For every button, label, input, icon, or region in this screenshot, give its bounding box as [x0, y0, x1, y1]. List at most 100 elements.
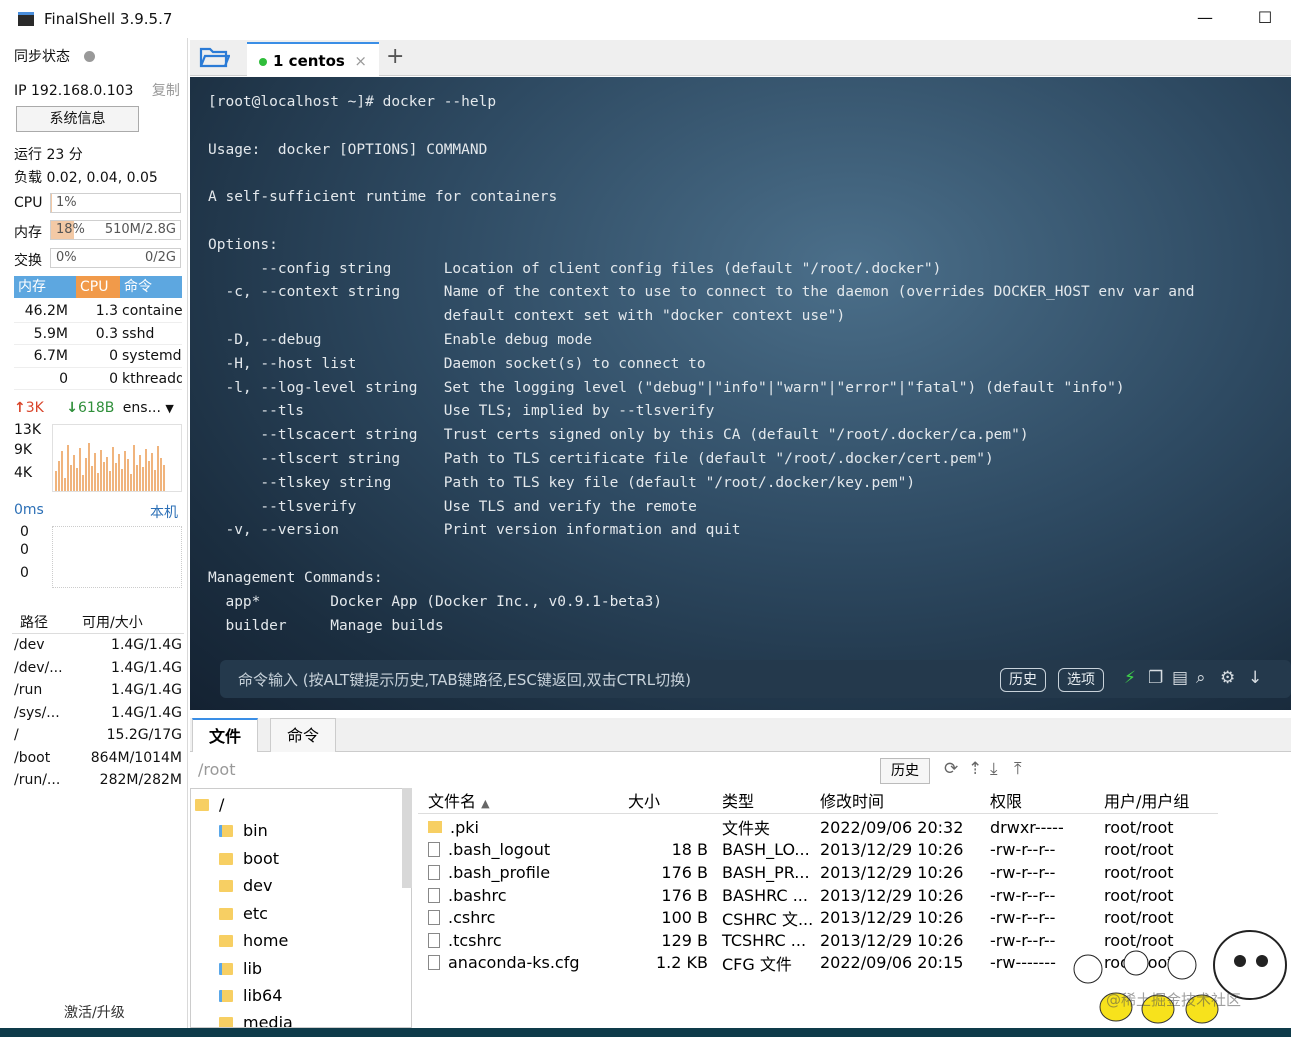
folder-icon [219, 1016, 233, 1027]
file-type: BASH_PR... [722, 862, 810, 882]
proc-cmd: kthreadd [122, 370, 182, 387]
command-input-placeholder[interactable]: 命令输入 (按ALT键提示历史,TAB键路径,ESC键返回,双击CTRL切换) [238, 669, 691, 690]
process-row[interactable]: 46.2M 1.3 containe [14, 300, 182, 323]
file-icon [428, 864, 440, 880]
folder-icon [428, 820, 442, 833]
folder-icon [219, 824, 233, 837]
col-filename-label: 文件名 [428, 792, 477, 811]
file-size: 176 B [661, 862, 708, 882]
tab-label: centos [288, 52, 345, 70]
copy-ip-link[interactable]: 复制 [152, 83, 180, 99]
graph-bar [139, 455, 141, 491]
disk-row: / 15.2G/17G [12, 724, 184, 747]
proc-col-cmd[interactable]: 命令 [120, 276, 156, 298]
tree-node[interactable]: lib64 [219, 982, 282, 1009]
file-size: 1.2 KB [656, 953, 708, 973]
process-table-header: 内存 CPU 命令 [14, 276, 182, 298]
lightning-icon[interactable]: ⚡ [1124, 668, 1136, 688]
col-size[interactable]: 大小 [618, 788, 714, 813]
col-filename[interactable]: 文件名 ▲ [418, 788, 618, 813]
parent-dir-icon[interactable]: ⇡ [968, 759, 982, 779]
download-icon[interactable]: ⤓ [990, 759, 998, 779]
path-history-button[interactable]: 历史 [880, 758, 930, 784]
disk-path: /run/... [14, 772, 61, 789]
terminal[interactable]: [root@localhost ~]# docker --help Usage:… [190, 77, 1291, 710]
file-row[interactable]: .pki 文件夹 2022/09/06 20:32 drwxr----- root/ro… [418, 816, 1218, 839]
search-icon[interactable]: ⌕ [1196, 668, 1206, 688]
graph-bar [130, 473, 132, 491]
tree-node[interactable]: boot [219, 845, 279, 872]
tree-node[interactable]: lib [219, 955, 262, 982]
file-row[interactable]: .bash_profile 176 B BASH_PR... 2013/12/29 1… [418, 861, 1218, 884]
system-info-button[interactable]: 系统信息 [16, 106, 139, 132]
file-mtime: 2013/12/29 10:26 [820, 930, 964, 950]
graph-bar [106, 456, 108, 491]
disk-row: /run/... 282M/282M [12, 769, 184, 792]
folder-icon[interactable] [198, 44, 238, 74]
proc-col-mem[interactable]: 内存 [14, 276, 76, 298]
tree-node[interactable]: etc [219, 900, 268, 927]
tree-node[interactable]: media [219, 1009, 293, 1028]
col-mtime[interactable]: 修改时间 [812, 788, 980, 813]
tree-scrollbar[interactable] [402, 788, 412, 888]
graph-bar [79, 448, 81, 491]
paste-icon[interactable]: ▤ [1172, 668, 1188, 688]
copy-icon[interactable]: ❐ [1148, 668, 1163, 688]
file-type: CFG 文件 [722, 954, 792, 974]
upload-icon[interactable]: ⤒ [1014, 759, 1022, 779]
maximize-button[interactable]: ☐ [1250, 8, 1280, 27]
graph-bar [70, 464, 72, 491]
folder-icon [219, 879, 233, 892]
mem-meter: 18% 510M/2.8G [50, 220, 181, 240]
disk-size: 864M/1014M [90, 749, 182, 766]
col-permission[interactable]: 权限 [980, 788, 1092, 813]
tree-node[interactable]: home [219, 927, 288, 954]
sidebar: 同步状态 IP 192.168.0.103 复制 系统信息 运行 23 分 负载… [8, 38, 188, 1028]
tree-node[interactable]: bin [219, 817, 268, 844]
process-row[interactable]: 0 0 kthreadd [14, 368, 182, 390]
ping-host[interactable]: 本机 [150, 502, 178, 522]
options-button[interactable]: 选项 [1058, 668, 1104, 692]
refresh-icon[interactable]: ⟳ [944, 759, 958, 779]
tree-label: media [243, 1013, 293, 1028]
file-mtime: 2013/12/29 10:26 [820, 908, 964, 928]
tab-commands[interactable]: 命令 [270, 718, 337, 752]
close-tab-icon[interactable]: × [354, 44, 367, 78]
file-row[interactable]: .bash_logout 18 B BASH_LO... 2013/12/29 10:… [418, 839, 1218, 862]
upload-arrow-icon: ↑ [14, 400, 26, 416]
add-tab-icon[interactable]: + [386, 44, 404, 69]
tab-centos[interactable]: 1 centos × [247, 42, 379, 76]
file-mtime: 2022/09/06 20:15 [820, 953, 964, 973]
history-button[interactable]: 历史 [1000, 668, 1046, 692]
gear-icon[interactable]: ⚙ [1220, 668, 1235, 688]
tree-label: lib64 [243, 986, 283, 1005]
net-scale-13k: 13K [14, 422, 41, 438]
mem-percent: 18% [56, 222, 85, 237]
col-type[interactable]: 类型 [714, 788, 812, 813]
mem-amount: 510M/2.8G [104, 222, 176, 237]
net-interface[interactable]: ens... [123, 400, 161, 416]
process-row[interactable]: 5.9M 0.3 sshd [14, 323, 182, 345]
col-owner[interactable]: 用户/用户组 [1092, 788, 1218, 813]
tab-files[interactable]: 文件 [192, 718, 259, 752]
proc-cmd: systemd [122, 348, 182, 364]
activate-upgrade-link[interactable]: 激活/升级 [64, 1002, 125, 1022]
proc-col-cpu[interactable]: CPU [76, 276, 120, 298]
file-row[interactable]: .bashrc 176 B BASHRC ... 2013/12/29 10:26 -r… [418, 884, 1218, 907]
window-title: FinalShell 3.9.5.7 [44, 10, 173, 28]
current-path[interactable]: /root [198, 760, 235, 779]
arrow-down-icon[interactable]: ↓ [1248, 668, 1262, 688]
sync-label: 同步状态 [14, 49, 70, 65]
graph-bar [145, 448, 147, 491]
process-row[interactable]: 6.7M 0 systemd [14, 345, 182, 368]
tree-node-root[interactable]: / [195, 791, 224, 818]
minimize-button[interactable]: — [1190, 8, 1220, 27]
file-mtime: 2013/12/29 10:26 [820, 862, 964, 882]
graph-bar [67, 444, 69, 491]
file-icon [428, 842, 440, 858]
graph-bar [154, 469, 156, 491]
dropdown-arrow-icon[interactable]: ▼ [165, 402, 173, 415]
command-input-bar[interactable]: 命令输入 (按ALT键提示历史,TAB键路径,ESC键返回,双击CTRL切换) … [220, 660, 1291, 698]
folder-icon [195, 798, 209, 811]
tree-node[interactable]: dev [219, 872, 272, 899]
